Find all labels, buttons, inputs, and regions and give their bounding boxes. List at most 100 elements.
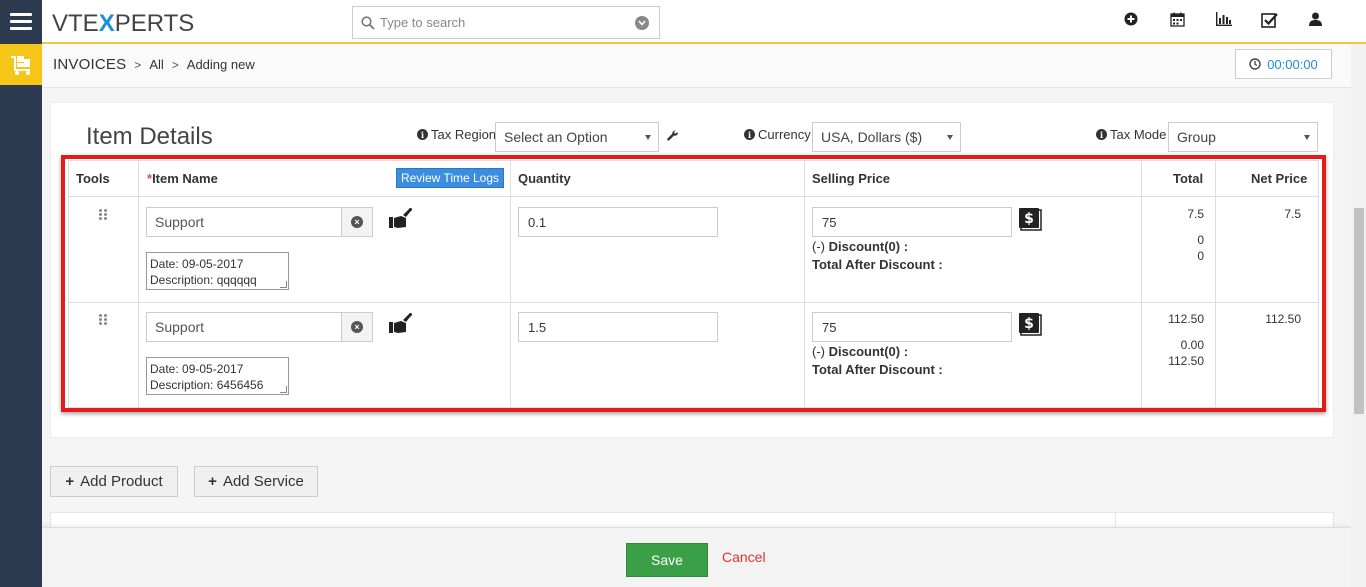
breadcrumb-module[interactable]: INVOICES: [53, 56, 126, 73]
plus-icon: +: [65, 473, 75, 490]
menu-button[interactable]: [0, 0, 42, 44]
brand-logo[interactable]: VTEXPERTS: [52, 10, 194, 38]
header-quantity: Quantity: [518, 171, 571, 186]
top-bar: VTEXPERTS Type to search: [42, 0, 1366, 44]
discount-prefix: (-): [812, 239, 829, 254]
tax-region-value: Select an Option: [504, 129, 608, 145]
close-icon: ×: [351, 216, 363, 228]
hamburger-icon: [10, 13, 32, 31]
drag-handle-icon[interactable]: [99, 209, 109, 221]
user-icon[interactable]: [1292, 12, 1338, 28]
discount-prefix: (-): [812, 344, 829, 359]
breadcrumb-filter[interactable]: All: [149, 57, 163, 72]
wrench-icon[interactable]: [666, 130, 679, 143]
resize-handle-icon[interactable]: [280, 281, 287, 288]
search-input[interactable]: Type to search: [380, 15, 635, 30]
breadcrumb: INVOICES > All > Adding new: [53, 56, 255, 73]
logo-text-post: PERTS: [114, 10, 195, 37]
clock-icon: [1249, 58, 1261, 70]
breadcrumb-action: Adding new: [186, 57, 255, 72]
clear-item-button[interactable]: ×: [342, 312, 373, 342]
table-header: Tools *Item Name Review Time Logs Quanti…: [69, 161, 1318, 197]
tax-mode-label: i Tax Mode: [1096, 127, 1166, 142]
quantity-input[interactable]: 1.5: [518, 312, 718, 342]
item-name-input[interactable]: Support: [146, 312, 342, 342]
selling-price-input[interactable]: 75: [812, 207, 1012, 237]
calendar-icon[interactable]: [1154, 12, 1200, 28]
svg-text:$: $: [1024, 316, 1034, 332]
discount-label[interactable]: (-) Discount(0) :: [812, 344, 908, 359]
row-total: 7.5: [1187, 207, 1204, 221]
plus-icon: +: [208, 473, 217, 490]
close-icon: ×: [351, 321, 363, 333]
cart-icon: [11, 55, 30, 75]
selling-price-input[interactable]: 75: [812, 312, 1012, 342]
header-total: Total: [1173, 171, 1204, 186]
item-description-textarea[interactable]: Date: 09-05-2017 Description: 6456456: [146, 357, 289, 395]
timer-button[interactable]: 00:00:00: [1235, 49, 1332, 79]
row-discount: 0.00: [1180, 338, 1204, 352]
item-description-textarea[interactable]: Date: 09-05-2017 Description: qqqqqq: [146, 252, 289, 290]
breadcrumb-bar: INVOICES > All > Adding new 00:00:00: [42, 44, 1366, 88]
caret-down-icon: [645, 135, 651, 140]
price-book-icon[interactable]: $: [1018, 207, 1042, 231]
tax-mode-value: Group: [1177, 129, 1216, 145]
bar-chart-icon[interactable]: [1200, 12, 1246, 28]
currency-label-text: Currency: [758, 127, 811, 142]
description-date: Date: 09-05-2017: [150, 362, 244, 376]
currency-select[interactable]: USA, Dollars ($): [812, 122, 961, 152]
search-icon: [361, 15, 375, 30]
description-text: Description: 6456456: [150, 378, 264, 392]
timer-value: 00:00:00: [1267, 56, 1318, 72]
chevron-down-icon[interactable]: [635, 15, 649, 30]
logo-text-pre: VTE: [52, 10, 99, 37]
price-book-icon[interactable]: $: [1018, 312, 1042, 336]
drag-handle-icon[interactable]: [99, 314, 109, 326]
section-title: Item Details: [86, 123, 213, 150]
header-net-price: Net Price: [1251, 171, 1308, 186]
row-total: 112.50: [1168, 312, 1204, 326]
item-name-input[interactable]: Support: [146, 207, 342, 237]
tax-mode-select[interactable]: Group: [1168, 122, 1318, 152]
invoices-module-button[interactable]: [0, 44, 42, 85]
caret-down-icon: [947, 135, 953, 140]
total-after-discount-label: Total After Discount :: [812, 257, 943, 272]
header-tools: Tools: [76, 171, 110, 186]
plus-circle-icon[interactable]: [1108, 12, 1154, 28]
review-time-logs-button[interactable]: Review Time Logs: [396, 168, 504, 188]
row-net-price: 112.50: [1265, 312, 1301, 326]
add-product-button[interactable]: + Add Product: [50, 466, 178, 497]
global-search[interactable]: Type to search: [352, 6, 660, 39]
description-date: Date: 09-05-2017: [150, 257, 244, 271]
row-after-discount: 0: [1197, 249, 1204, 263]
total-after-discount-label: Total After Discount :: [812, 362, 943, 377]
caret-down-icon: [1304, 135, 1310, 140]
service-hand-icon[interactable]: [389, 208, 413, 230]
header-item-name-text: Item Name: [152, 171, 218, 186]
logo-text-x: X: [98, 10, 115, 37]
footer-action-bar: Save Cancel: [42, 527, 1366, 587]
quantity-input[interactable]: 0.1: [518, 207, 718, 237]
add-service-button[interactable]: + Add Service: [194, 466, 318, 497]
scrollbar[interactable]: [1351, 44, 1366, 587]
currency-label: i Currency: [744, 127, 811, 142]
clear-item-button[interactable]: ×: [342, 207, 373, 237]
table-row: Support × Date: 09-05-2017 Description: q…: [69, 198, 1318, 303]
info-icon: i: [417, 129, 428, 140]
row-discount: 0: [1197, 233, 1204, 247]
description-text: Description: qqqqqq: [150, 273, 257, 287]
resize-handle-icon[interactable]: [280, 386, 287, 393]
scrollbar-thumb[interactable]: [1354, 208, 1364, 414]
cancel-link[interactable]: Cancel: [722, 549, 766, 565]
tax-region-label: i Tax Region: [417, 127, 496, 142]
row-after-discount: 112.50: [1168, 354, 1204, 368]
left-rail: [0, 0, 42, 587]
service-hand-icon[interactable]: [389, 313, 413, 335]
svg-text:$: $: [1024, 211, 1034, 227]
discount-label[interactable]: (-) Discount(0) :: [812, 239, 908, 254]
save-button[interactable]: Save: [626, 543, 708, 577]
line-items-table: Tools *Item Name Review Time Logs Quanti…: [68, 160, 1319, 408]
table-row: Support × Date: 09-05-2017 Description: 6…: [69, 303, 1318, 408]
checkbox-icon[interactable]: [1246, 12, 1292, 28]
tax-region-select[interactable]: Select an Option: [495, 122, 659, 152]
